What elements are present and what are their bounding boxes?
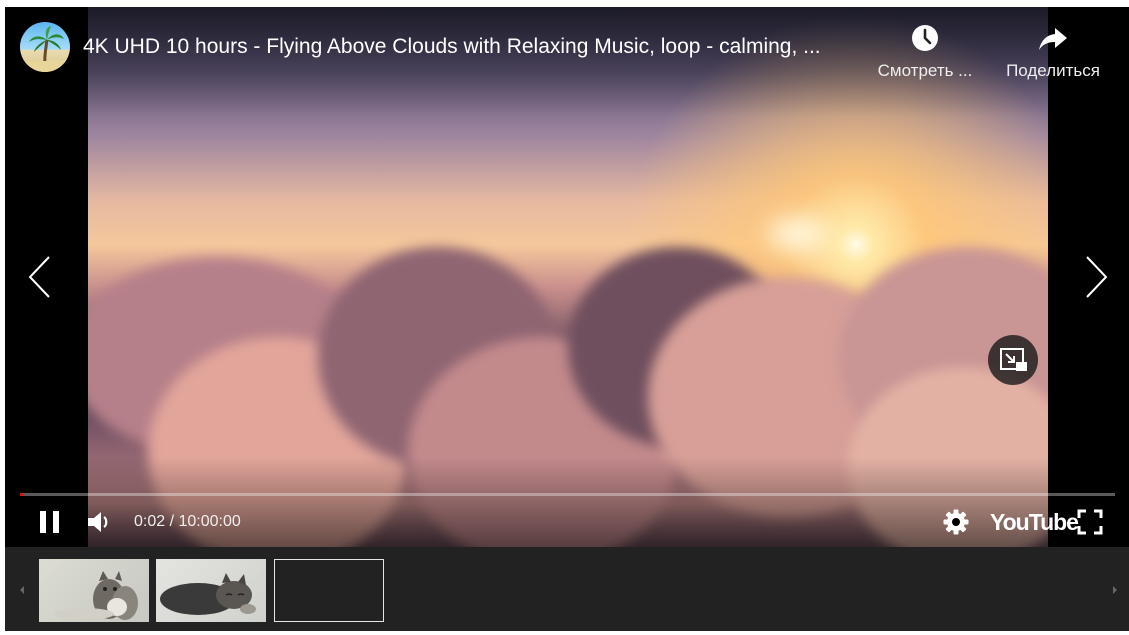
- kitten-thumbnail-2[interactable]: [156, 559, 266, 622]
- volume-icon: [88, 512, 108, 532]
- sleeping-kitten-image: [160, 573, 256, 615]
- sun-glow: [768, 217, 828, 251]
- miniplayer-icon: [1000, 348, 1027, 371]
- caret-right-icon: [1113, 586, 1117, 594]
- miniplayer-button[interactable]: [988, 335, 1038, 385]
- strip-next-button[interactable]: [1110, 583, 1120, 595]
- next-video-button[interactable]: [1081, 255, 1111, 299]
- previous-video-button[interactable]: [25, 255, 55, 299]
- watch-later-label: Смотреть ...: [877, 61, 973, 80]
- share-label: Поделиться: [1006, 61, 1100, 80]
- progress-played: [20, 493, 23, 496]
- mute-button[interactable]: [85, 507, 115, 542]
- video-player[interactable]: 4K UHD 10 hours - Flying Above Clouds wi…: [5, 7, 1129, 547]
- share-button[interactable]: Поделиться: [998, 23, 1108, 81]
- settings-button[interactable]: [941, 507, 971, 542]
- fullscreen-icon: [1077, 509, 1103, 535]
- kittens-image: [54, 571, 138, 620]
- chevron-right-icon: [1086, 256, 1108, 298]
- channel-avatar[interactable]: [20, 22, 70, 72]
- caret-left-icon: [20, 586, 24, 594]
- thumbnail-strip: [5, 547, 1129, 631]
- clock-icon: [912, 25, 938, 51]
- video-title[interactable]: 4K UHD 10 hours - Flying Above Clouds wi…: [83, 35, 863, 59]
- pause-icon: [40, 511, 59, 533]
- share-icon: [1039, 28, 1067, 50]
- strip-prev-button[interactable]: [17, 583, 27, 595]
- kitten-thumbnail-1[interactable]: [39, 559, 149, 622]
- gear-icon: [943, 509, 969, 535]
- time-display: 0:02 / 10:00:00: [134, 513, 241, 530]
- progress-bar[interactable]: [20, 493, 1115, 496]
- chevron-left-icon: [28, 256, 50, 298]
- palm-tree-icon: [20, 26, 70, 72]
- empty-thumbnail[interactable]: [274, 559, 384, 622]
- watch-later-button[interactable]: Смотреть ...: [870, 23, 980, 81]
- pause-button[interactable]: [35, 507, 65, 542]
- fullscreen-button[interactable]: [1075, 507, 1105, 542]
- youtube-logo[interactable]: YouTube: [990, 509, 1079, 536]
